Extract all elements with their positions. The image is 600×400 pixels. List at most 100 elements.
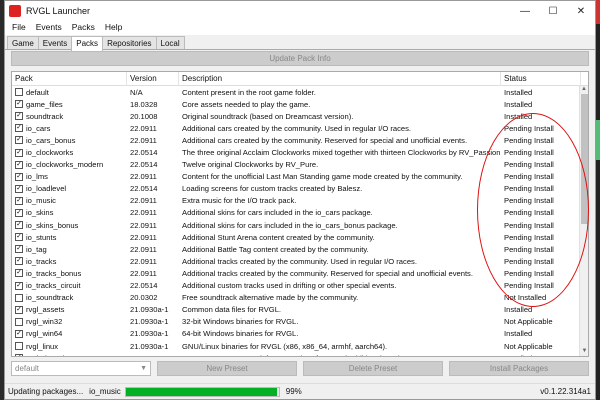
scroll-up-icon[interactable]: ▲: [580, 86, 588, 94]
menu-packs[interactable]: Packs: [67, 21, 100, 35]
new-preset-button[interactable]: New Preset: [157, 361, 297, 376]
table-row[interactable]: ✓ io_tracks_circuit 22.0514 Additional cust…: [12, 280, 588, 292]
version-cell: 22.0514: [130, 184, 158, 194]
version-cell: 22.0911: [130, 172, 157, 182]
pack-checkbox[interactable]: ✓: [15, 100, 23, 109]
tab-local[interactable]: Local: [155, 36, 185, 49]
column-header-pack[interactable]: Pack: [12, 72, 127, 86]
pack-checkbox[interactable]: ✓: [15, 233, 23, 242]
app-logo-icon: [9, 5, 21, 17]
pack-checkbox[interactable]: ✓: [15, 112, 23, 121]
status-cell: Pending Install: [504, 184, 554, 194]
update-pack-info-button[interactable]: Update Pack Info: [11, 51, 589, 66]
tab-repositories[interactable]: Repositories: [102, 36, 157, 49]
table-row[interactable]: ✓ io_cars 22.0911 Additional cars created b…: [12, 122, 588, 134]
tab-packs[interactable]: Packs: [71, 36, 104, 51]
menu-file[interactable]: File: [7, 21, 31, 35]
version-cell: N/A: [130, 87, 143, 97]
pack-cell: ✓ rvgl_win64: [12, 329, 127, 338]
tab-game[interactable]: Game: [7, 36, 39, 49]
pack-checkbox[interactable]: ✓: [15, 281, 23, 290]
pack-cell: ✓ io_clockworks_modern: [12, 160, 127, 169]
table-row[interactable]: ✓ rvgl_win64 21.0930a-1 64-bit Windows bina…: [12, 328, 588, 340]
table-row[interactable]: ✓ io_tracks 22.0911 Additional tracks creat…: [12, 255, 588, 267]
table-row[interactable]: ✓rvgl_dcpack20.0905a-1Dreamcast content …: [12, 352, 588, 356]
pack-checkbox[interactable]: ✓: [15, 257, 23, 266]
description-cell: Additional cars created by the community…: [182, 135, 468, 145]
pack-name: io_loadlevel: [26, 184, 67, 194]
pack-checkbox[interactable]: ✓: [15, 269, 23, 278]
pack-checkbox[interactable]: [15, 293, 23, 302]
pack-name: io_clockworks: [26, 148, 74, 158]
pack-cell: ✓ rvgl_assets: [12, 305, 127, 314]
table-row[interactable]: rvgl_linux 21.0930a-1 GNU/Linux binaries f…: [12, 340, 588, 352]
menu-help[interactable]: Help: [100, 21, 127, 35]
version-cell: 22.0514: [130, 281, 158, 291]
tab-bar: Game Events Packs Repositories Local: [5, 36, 595, 51]
pack-checkbox[interactable]: ✓: [15, 136, 23, 145]
version-cell: 22.0911: [130, 220, 157, 230]
close-button[interactable]: ✕: [567, 1, 595, 21]
table-row[interactable]: ✓ io_tag 22.0911 Additional Battle Tag cont…: [12, 243, 588, 255]
pack-checkbox[interactable]: ✓: [15, 208, 23, 217]
maximize-button[interactable]: ☐: [539, 1, 567, 21]
delete-preset-button[interactable]: Delete Preset: [303, 361, 443, 376]
scroll-down-icon[interactable]: ▼: [580, 348, 588, 356]
table-row[interactable]: ✓ io_lms 22.0911 Content for the unofficial…: [12, 171, 588, 183]
pack-checkbox[interactable]: [15, 342, 23, 351]
pack-checkbox[interactable]: ✓: [15, 245, 23, 254]
table-row[interactable]: ✓ game_files 18.0328 Core assets needed to …: [12, 98, 588, 110]
pack-name: rvgl_dcpack: [26, 354, 67, 356]
description-cell: Content for the unofficial Last Man Stan…: [182, 172, 463, 182]
install-packages-button[interactable]: Install Packages: [449, 361, 589, 376]
pack-checkbox[interactable]: ✓: [15, 196, 23, 205]
pack-checkbox[interactable]: ✓: [15, 329, 23, 338]
pack-checkbox[interactable]: ✓: [15, 124, 23, 133]
pack-checkbox[interactable]: ✓: [15, 305, 23, 314]
pack-checkbox[interactable]: ✓: [15, 221, 23, 230]
bottom-toolbar: default ▼ New Preset Delete Preset Insta…: [11, 361, 589, 376]
tab-events[interactable]: Events: [37, 36, 73, 49]
packs-table: Pack Version Description Status default N…: [11, 71, 589, 357]
column-header-status[interactable]: Status: [501, 72, 581, 86]
column-header-version[interactable]: Version: [127, 72, 179, 86]
table-row[interactable]: ✓ soundtrack 20.1008 Original soundtrack (b…: [12, 110, 588, 122]
table-row[interactable]: ✓ io_music 22.0911 Extra music for the I/O …: [12, 195, 588, 207]
version-cell: 18.0328: [130, 99, 158, 109]
preset-select[interactable]: default ▼: [11, 361, 151, 376]
table-row[interactable]: ✓ io_clockworks_modern 22.0514 Twelve origi…: [12, 159, 588, 171]
minimize-button[interactable]: —: [511, 1, 539, 21]
pack-cell: rvgl_win32: [12, 317, 127, 326]
menu-events[interactable]: Events: [31, 21, 67, 35]
table-row[interactable]: ✓ io_stunts 22.0911 Additional Stunt Arena …: [12, 231, 588, 243]
pack-cell: ✓ io_skins: [12, 208, 127, 217]
table-row[interactable]: ✓ io_clockworks 22.0514 The three original …: [12, 146, 588, 158]
pack-checkbox[interactable]: [15, 88, 23, 97]
pack-checkbox[interactable]: ✓: [15, 172, 23, 181]
table-row[interactable]: ✓ io_cars_bonus 22.0911 Additional cars cre…: [12, 134, 588, 146]
table-row[interactable]: io_soundtrack 20.0302 Free soundtrack alte…: [12, 292, 588, 304]
status-text: Updating packages...: [8, 387, 84, 396]
table-row[interactable]: ✓ io_loadlevel 22.0514 Loading screens for …: [12, 183, 588, 195]
pack-checkbox[interactable]: [15, 317, 23, 326]
pack-checkbox[interactable]: ✓: [15, 160, 23, 169]
scroll-thumb[interactable]: [581, 94, 588, 224]
status-cell: Installed: [504, 305, 533, 315]
pack-checkbox[interactable]: ✓: [15, 184, 23, 193]
pack-checkbox[interactable]: ✓: [15, 148, 23, 157]
table-row[interactable]: rvgl_win32 21.0930a-1 32-bit Windows binar…: [12, 316, 588, 328]
description-cell: Additional skins for cars included in th…: [182, 220, 398, 230]
pack-checkbox[interactable]: ✓: [15, 354, 23, 356]
table-row[interactable]: default N/A Content present in the root ga…: [12, 86, 588, 98]
table-row[interactable]: ✓ rvgl_assets 21.0930a-1 Common data files …: [12, 304, 588, 316]
version-cell: 22.0911: [130, 135, 157, 145]
version-cell: 22.0911: [130, 256, 157, 266]
column-header-description[interactable]: Description: [179, 72, 501, 86]
version-cell: 22.0514: [130, 160, 158, 170]
table-scrollbar[interactable]: ▲ ▼: [579, 86, 588, 356]
pack-cell: io_soundtrack: [12, 293, 127, 302]
table-row[interactable]: ✓ io_tracks_bonus 22.0911 Additional tracks…: [12, 267, 588, 279]
table-row[interactable]: ✓ io_skins_bonus 22.0911 Additional skins f…: [12, 219, 588, 231]
table-row[interactable]: ✓ io_skins 22.0911 Additional skins for car…: [12, 207, 588, 219]
pack-name: rvgl_win64: [26, 329, 63, 339]
